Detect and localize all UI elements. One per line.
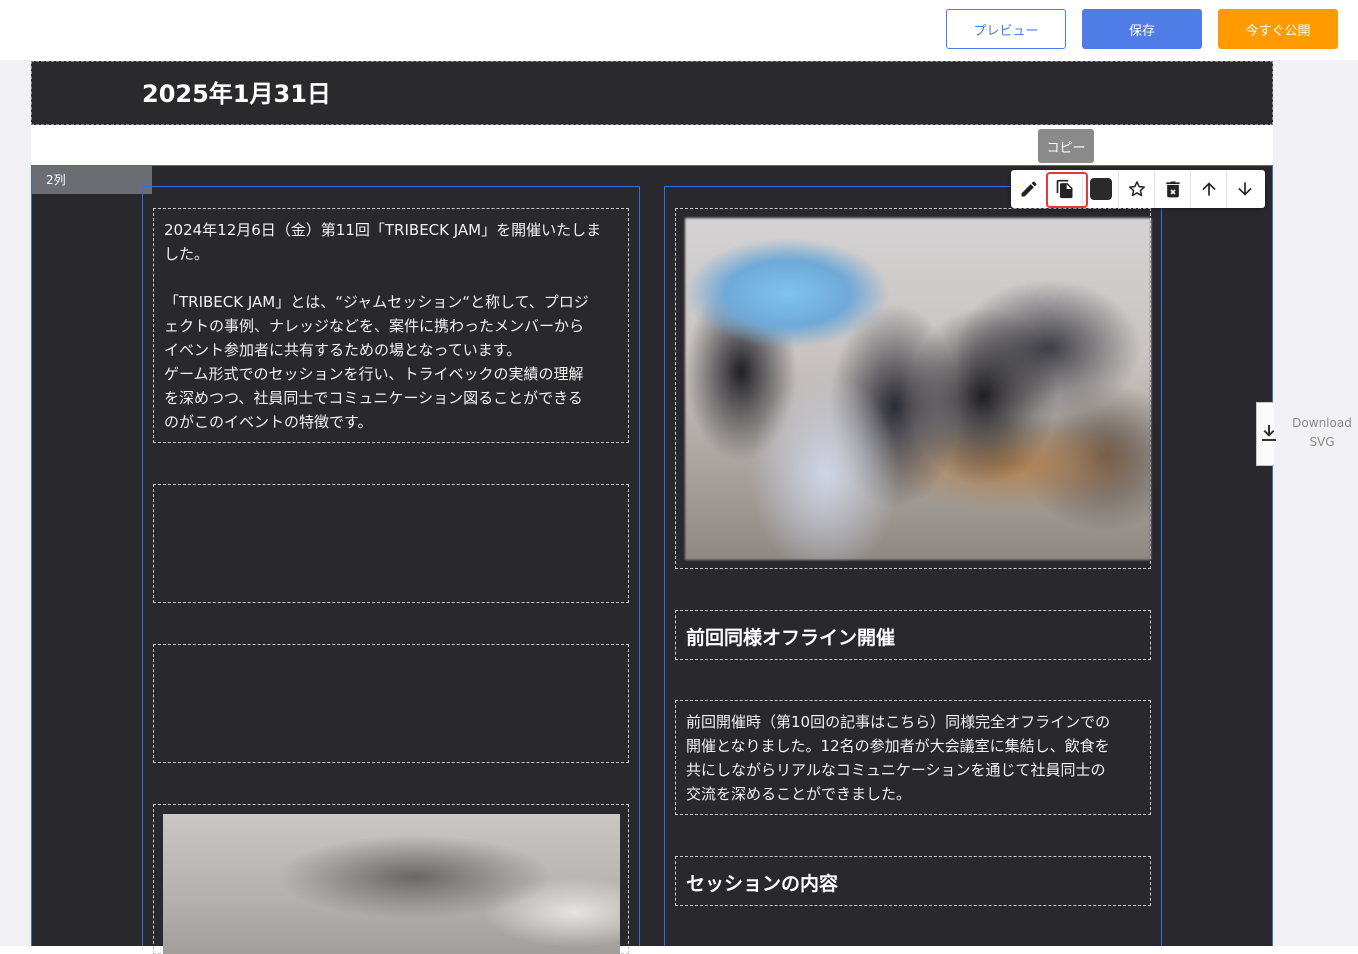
- preview-button[interactable]: プレビュー: [946, 9, 1066, 49]
- copy-button-highlight: [1046, 172, 1088, 208]
- image-block[interactable]: [153, 804, 629, 954]
- right-column[interactable]: 前回同様オフライン開催 前回開催時（第10回の記事はこちら）同様完全オフラインで…: [664, 186, 1162, 946]
- heading-block[interactable]: セッションの内容: [675, 856, 1151, 906]
- text-line: 「TRIBECK JAM」とは、“ジャムセッション“と称して、プロジ: [164, 293, 589, 311]
- section-label: 2列: [32, 166, 152, 194]
- text-line: ゲーム形式でのセッションを行い、トライベックの実績の理解: [164, 365, 584, 383]
- download-label-line2: SVG: [1309, 435, 1335, 449]
- move-down-button[interactable]: [1227, 170, 1263, 208]
- publish-now-button[interactable]: 今すぐ公開: [1218, 9, 1338, 49]
- color-swatch: [1089, 178, 1112, 200]
- text-line: した。: [164, 245, 210, 263]
- text-line: のがこのイベントの特徴です。: [164, 413, 373, 431]
- save-button[interactable]: 保存: [1082, 9, 1202, 49]
- text-line: [164, 266, 624, 290]
- text-line: 前回開催時（第10回の記事はこちら）同様完全オフラインでの: [686, 713, 1111, 731]
- text-line: ェクトの事例、ナレッジなどを、案件に携わったメンバーから: [164, 317, 585, 335]
- background-color-button[interactable]: [1083, 170, 1119, 208]
- arrow-down-icon: [1238, 182, 1252, 196]
- empty-block[interactable]: [153, 644, 629, 763]
- article-date: 2025年1月31日: [142, 80, 331, 108]
- left-column[interactable]: 2024年12月6日（金）第11回「TRIBECK JAM」を開催いたしま した…: [142, 186, 640, 954]
- section-heading: セッションの内容: [686, 873, 839, 895]
- editor-header: プレビュー 保存 今すぐ公開: [0, 0, 1358, 60]
- text-line: 開催となりました。12名の参加者が大会議室に集結し、飲食を: [686, 737, 1110, 755]
- event-photo: [685, 218, 1151, 560]
- copy-tooltip: コピー: [1038, 129, 1094, 163]
- empty-block[interactable]: [153, 484, 629, 603]
- text-line: イベント参加者に共有するための場となっています。: [164, 341, 522, 359]
- text-line: を深めつつ、社員同士でコミュニケーション図ることができる: [164, 389, 583, 407]
- edit-button[interactable]: [1011, 170, 1047, 208]
- heading-block[interactable]: 前回同様オフライン開催: [675, 610, 1151, 660]
- offline-paragraph: 前回開催時（第10回の記事はこちら）同様完全オフラインでの 開催となりました。1…: [686, 710, 1146, 806]
- text-block[interactable]: 前回開催時（第10回の記事はこちら）同様完全オフラインでの 開催となりました。1…: [675, 700, 1151, 815]
- image-block[interactable]: [675, 208, 1151, 569]
- pencil-icon: [1021, 181, 1037, 197]
- text-block[interactable]: 2024年12月6日（金）第11回「TRIBECK JAM」を開催いたしま した…: [153, 208, 629, 443]
- two-column-section[interactable]: 2列 2024年12月6日（金）第11回「TRIBECK JAM」を開催いたしま…: [31, 165, 1273, 954]
- favorite-button[interactable]: [1119, 170, 1155, 208]
- download-label-line1: Download: [1292, 416, 1352, 430]
- intro-paragraph: 2024年12月6日（金）第11回「TRIBECK JAM」を開催いたしま した…: [164, 218, 624, 434]
- event-photo: [163, 814, 620, 954]
- star-icon: [1128, 181, 1145, 197]
- download-icon[interactable]: [1261, 424, 1277, 442]
- delete-icon: [1165, 181, 1180, 198]
- date-block[interactable]: 2025年1月31日: [31, 61, 1273, 125]
- section-heading: 前回同様オフライン開催: [686, 627, 896, 649]
- text-line: 2024年12月6日（金）第11回「TRIBECK JAM」を開催いたしま: [164, 221, 602, 239]
- move-up-button[interactable]: [1191, 170, 1227, 208]
- arrow-up-icon: [1201, 182, 1216, 196]
- delete-button[interactable]: [1155, 170, 1191, 208]
- download-svg-label[interactable]: Download SVG: [1288, 414, 1356, 452]
- text-line: 共にしながらリアルなコミュニケーションを通じて社員同士の: [686, 761, 1106, 779]
- text-line: 交流を深めることができました。: [686, 785, 912, 803]
